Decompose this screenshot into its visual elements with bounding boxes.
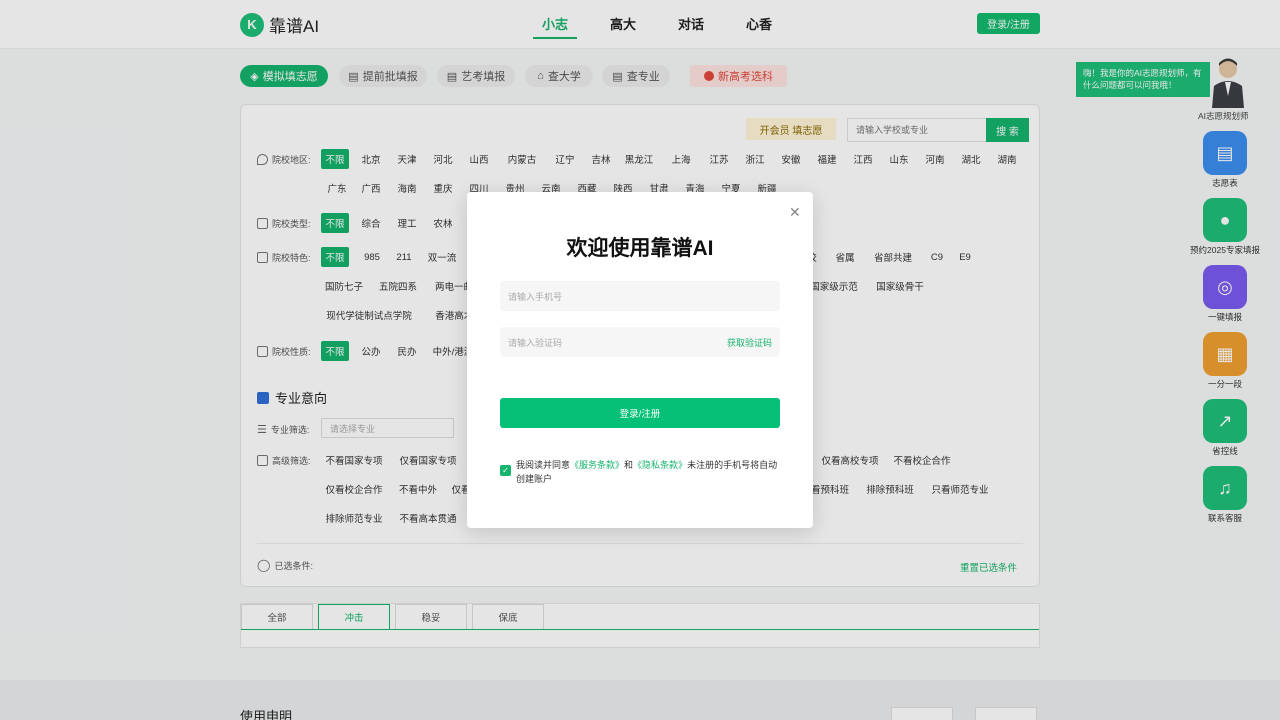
login-modal: ✕ 欢迎使用靠谱AI 请输入手机号 请输入验证码 获取验证码 登录/注册 ✓ 我… bbox=[467, 192, 813, 528]
terms-link[interactable]: 《服务条款》 bbox=[570, 460, 624, 470]
close-icon[interactable]: ✕ bbox=[789, 204, 801, 221]
agreement: ✓ 我阅读并同意《服务条款》和《隐私条款》未注册的手机号将自动创建账户 bbox=[500, 458, 785, 486]
phone-input[interactable]: 请输入手机号 bbox=[500, 281, 780, 311]
modal-title: 欢迎使用靠谱AI bbox=[566, 237, 714, 260]
code-input[interactable]: 请输入验证码 获取验证码 bbox=[500, 327, 780, 357]
modal-login-button[interactable]: 登录/注册 bbox=[500, 398, 780, 428]
privacy-link[interactable]: 《隐私条款》 bbox=[633, 460, 687, 470]
get-code-link[interactable]: 获取验证码 bbox=[727, 336, 772, 349]
agree-checkbox[interactable]: ✓ bbox=[500, 465, 511, 476]
